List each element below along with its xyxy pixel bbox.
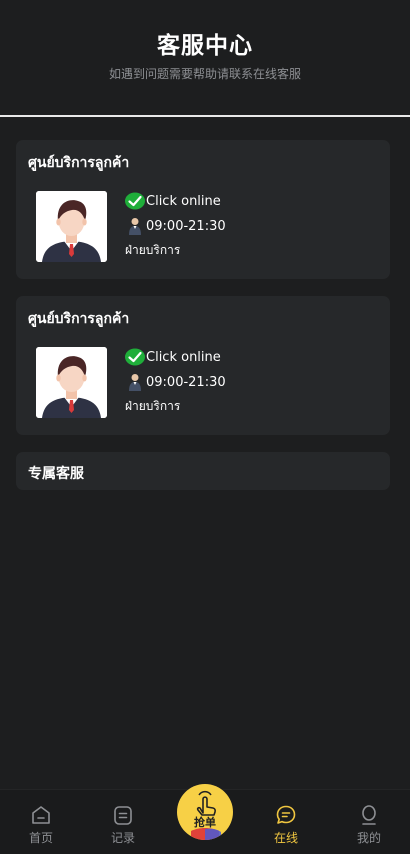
user-icon	[362, 805, 376, 825]
agent-person-icon	[125, 372, 145, 392]
grab-order-button[interactable]: 抢单	[177, 784, 233, 840]
page-header: 客服中心 如遇到问题需要帮助请联系在线客服	[0, 0, 410, 116]
tab-mine[interactable]: 我的	[339, 804, 399, 846]
online-status[interactable]: Click online	[146, 194, 221, 209]
agent-avatar	[36, 347, 107, 418]
service-card-title: ศูนย์บริการลูกค้า	[28, 311, 130, 327]
service-hours: 09:00-21:30	[146, 218, 226, 234]
service-hours: 09:00-21:30	[146, 374, 226, 390]
exclusive-service-title: 专属客服	[28, 466, 84, 482]
agent-avatar	[36, 191, 107, 262]
tab-mine-label: 我的	[356, 831, 381, 845]
tab-online-label: 在线	[273, 831, 298, 845]
online-check-icon	[125, 191, 145, 211]
online-check-icon	[125, 347, 145, 367]
page-title: 客服中心	[157, 33, 253, 59]
service-card-title: ศูนย์บริการลูกค้า	[28, 155, 130, 171]
service-card[interactable]: ศูนย์บริการลูกค้า Click online 09:00-21:…	[16, 140, 390, 279]
service-card[interactable]: ศูนย์บริการลูกค้า Click online 09:00-21:…	[16, 296, 390, 435]
service-department: ฝ่ายบริการ	[125, 242, 181, 257]
tab-records-label: 记录	[110, 831, 135, 845]
header-divider	[0, 115, 410, 117]
online-status[interactable]: Click online	[146, 350, 221, 365]
service-department: ฝ่ายบริการ	[125, 398, 181, 413]
bottom-tabbar: 首页 记录 抢单 在线 我的	[0, 784, 410, 854]
agent-person-icon	[125, 216, 145, 236]
tab-online[interactable]: 在线	[256, 804, 316, 846]
tab-home[interactable]: 首页	[11, 804, 71, 846]
page-subtitle: 如遇到问题需要帮助请联系在线客服	[108, 67, 301, 81]
tab-records[interactable]: 记录	[93, 804, 153, 846]
home-icon	[32, 806, 50, 824]
chat-icon	[276, 805, 296, 824]
record-icon	[114, 806, 132, 825]
grab-order-label: 抢单	[194, 816, 216, 829]
tap-hand-icon	[191, 790, 221, 840]
tab-home-label: 首页	[28, 831, 53, 845]
exclusive-service-section[interactable]: 专属客服	[16, 452, 390, 490]
